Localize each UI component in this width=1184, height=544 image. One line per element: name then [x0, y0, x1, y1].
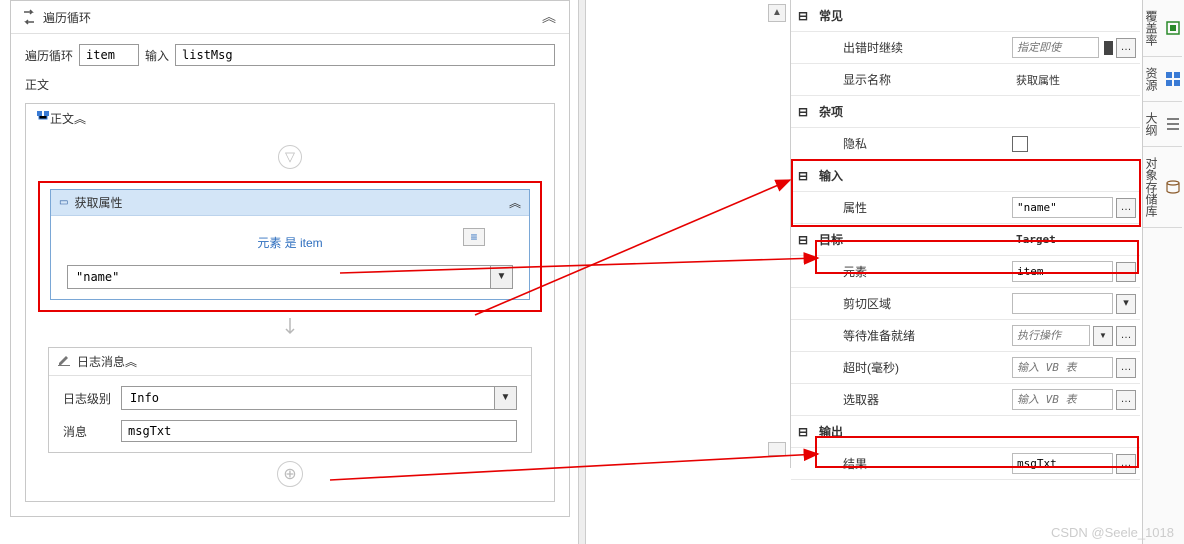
- minus-icon[interactable]: ⊟: [791, 425, 815, 439]
- chevron-down-icon[interactable]: ▼: [491, 265, 513, 289]
- attribute-value-input[interactable]: [1012, 197, 1113, 218]
- side-tab-strip: 覆盖率 资源 大纲 对象存储库: [1142, 0, 1184, 544]
- minus-icon[interactable]: ⊟: [791, 9, 815, 23]
- selector-input[interactable]: [1012, 389, 1113, 410]
- prop-attribute[interactable]: 属性 …: [791, 192, 1140, 224]
- getattribute-activity[interactable]: ▭ 获取属性 ︽ 元素 是 item ≡ ▼: [50, 189, 530, 300]
- prop-display-name[interactable]: 显示名称 获取属性: [791, 64, 1140, 96]
- highlight-box-getattr: ▭ 获取属性 ︽ 元素 是 item ≡ ▼: [38, 181, 542, 312]
- loop-icon: [21, 9, 37, 25]
- prop-selector[interactable]: 选取器 …: [791, 384, 1140, 416]
- sequence-icon: [36, 110, 50, 127]
- tab-resources[interactable]: 资源: [1143, 57, 1182, 102]
- category-misc[interactable]: ⊟ 杂项: [791, 96, 1140, 128]
- foreach-item-input[interactable]: [79, 44, 139, 66]
- foreach-activity[interactable]: 遍历循环 ︽ 遍历循环 输入 正文 正文 ︽ ▽: [10, 0, 570, 517]
- edit-icon: [57, 353, 71, 370]
- category-target[interactable]: ⊟ 目标 Target: [791, 224, 1140, 256]
- attribute-input[interactable]: [67, 265, 491, 289]
- collapse-icon[interactable]: ︽: [509, 194, 521, 211]
- continue-on-error-input[interactable]: [1012, 37, 1099, 58]
- repository-icon: [1164, 178, 1182, 196]
- message-label: 消息: [63, 423, 111, 440]
- outline-icon: [1164, 115, 1182, 133]
- watermark: CSDN @Seele_1018: [1051, 525, 1174, 540]
- hamburger-icon[interactable]: ≡: [463, 228, 485, 246]
- minus-icon[interactable]: ⊟: [791, 169, 815, 183]
- ellipsis-button[interactable]: …: [1116, 326, 1136, 346]
- scroll-up-button[interactable]: ▲: [768, 4, 786, 22]
- property-icon: ▭: [59, 197, 68, 208]
- prop-private[interactable]: 隐私: [791, 128, 1140, 160]
- clip-region-input[interactable]: [1012, 293, 1113, 314]
- tab-outline[interactable]: 大纲: [1143, 102, 1182, 147]
- wait-ready-input[interactable]: [1012, 325, 1090, 346]
- tab-coverage[interactable]: 覆盖率: [1143, 0, 1182, 57]
- foreach-header[interactable]: 遍历循环 ︽: [11, 1, 569, 34]
- splitter-handle[interactable]: [578, 0, 586, 544]
- filled-box-icon: [1104, 41, 1113, 55]
- element-description[interactable]: 元素 是 item ≡: [67, 226, 513, 265]
- ellipsis-button[interactable]: …: [1116, 38, 1136, 58]
- ellipsis-button[interactable]: …: [1116, 454, 1136, 474]
- display-name-value[interactable]: 获取属性: [1012, 69, 1136, 91]
- prop-element[interactable]: 元素 …: [791, 256, 1140, 288]
- prop-wait-ready[interactable]: 等待准备就绪 ▼ …: [791, 320, 1140, 352]
- sequence-header[interactable]: 正文 ︽: [26, 104, 554, 133]
- element-value-input[interactable]: [1012, 261, 1113, 282]
- tab-repository[interactable]: 对象存储库: [1143, 147, 1182, 228]
- prop-timeout[interactable]: 超时(毫秒) …: [791, 352, 1140, 384]
- drop-target-top[interactable]: ▽: [38, 145, 542, 169]
- prop-clip-region[interactable]: 剪切区域 ▾: [791, 288, 1140, 320]
- prop-result[interactable]: 结果 …: [791, 448, 1140, 480]
- chevron-down-icon[interactable]: ▾: [1116, 294, 1136, 314]
- attribute-combo[interactable]: ▼: [67, 265, 513, 289]
- getattribute-title: 获取属性: [74, 194, 509, 211]
- result-value-input[interactable]: [1012, 453, 1113, 474]
- foreach-collection-input[interactable]: [175, 44, 555, 66]
- properties-panel: ⊟ 常见 出错时继续 … 显示名称 获取属性 ⊟ 杂项 隐私 ⊟ 输入 属性 …: [790, 0, 1140, 468]
- message-input[interactable]: [121, 420, 517, 442]
- scroll-track[interactable]: [768, 442, 786, 456]
- sequence-title: 正文: [50, 110, 74, 127]
- private-checkbox[interactable]: [1012, 136, 1028, 152]
- sequence-activity[interactable]: 正文 ︽ ▽ ▭ 获取属性 ︽ 元素 是 item: [25, 103, 555, 502]
- loglevel-combo[interactable]: ▼: [121, 386, 517, 410]
- flow-arrow: [38, 318, 542, 341]
- collapse-icon[interactable]: ︽: [539, 7, 559, 27]
- foreach-input-label: 输入: [145, 47, 169, 64]
- loglevel-label: 日志级别: [63, 390, 111, 407]
- resources-icon: [1164, 70, 1182, 88]
- collapse-icon[interactable]: ︽: [74, 110, 86, 127]
- logmessage-activity[interactable]: 日志消息 ︽ 日志级别 ▼ 消息: [48, 347, 532, 453]
- foreach-item-label: 遍历循环: [25, 47, 73, 64]
- ellipsis-button[interactable]: …: [1116, 358, 1136, 378]
- ellipsis-button[interactable]: …: [1116, 198, 1136, 218]
- ellipsis-button[interactable]: …: [1116, 262, 1136, 282]
- collapse-icon[interactable]: ︽: [125, 353, 137, 370]
- chevron-down-icon[interactable]: ▼: [495, 386, 517, 410]
- logmessage-header[interactable]: 日志消息 ︽: [49, 348, 531, 376]
- category-output[interactable]: ⊟ 输出: [791, 416, 1140, 448]
- category-common[interactable]: ⊟ 常见: [791, 0, 1140, 32]
- ellipsis-button[interactable]: …: [1116, 390, 1136, 410]
- drop-target-bottom[interactable]: ⊕: [38, 461, 542, 487]
- prop-continue-on-error[interactable]: 出错时继续 …: [791, 32, 1140, 64]
- foreach-title: 遍历循环: [43, 9, 539, 26]
- timeout-input[interactable]: [1012, 357, 1113, 378]
- getattribute-header[interactable]: ▭ 获取属性 ︽: [51, 190, 529, 216]
- minus-icon[interactable]: ⊟: [791, 105, 815, 119]
- chevron-down-icon[interactable]: ▼: [1093, 326, 1113, 346]
- loglevel-value[interactable]: [121, 386, 495, 410]
- category-input[interactable]: ⊟ 输入: [791, 160, 1140, 192]
- minus-icon[interactable]: ⊟: [791, 233, 815, 247]
- coverage-icon: [1164, 19, 1182, 37]
- logmessage-title: 日志消息: [77, 353, 125, 370]
- body-label: 正文: [11, 74, 569, 103]
